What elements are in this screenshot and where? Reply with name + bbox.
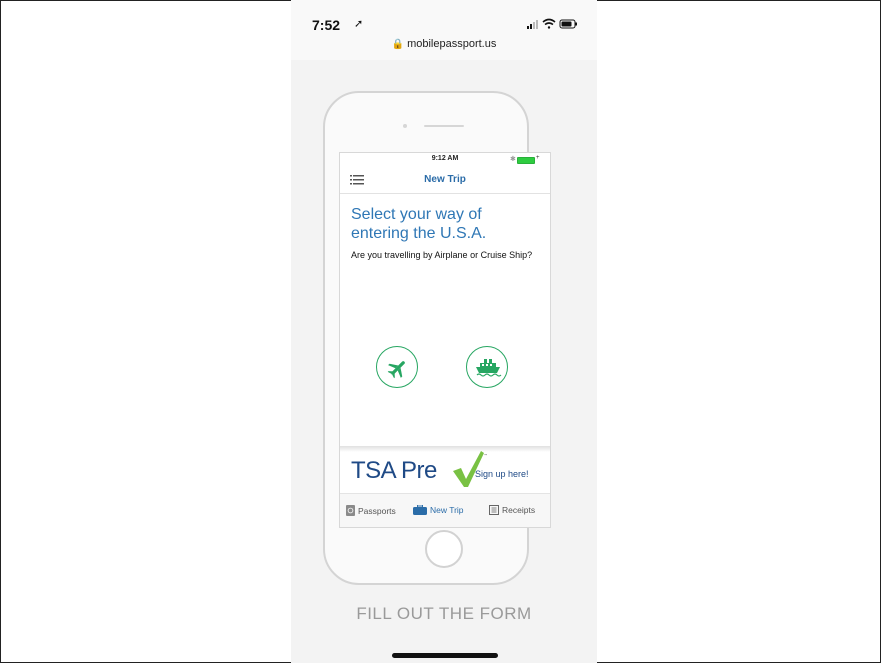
camera-dot: [403, 124, 407, 128]
cruise-ship-icon: [476, 359, 502, 377]
battery-icon: [559, 19, 577, 29]
page-subtext: Are you travelling by Airplane or Cruise…: [351, 250, 533, 260]
wifi-icon: [542, 18, 556, 29]
page-headline: Select your way of entering the U.S.A.: [351, 206, 487, 242]
caption-text: FILL OUT THE FORM: [356, 604, 532, 623]
url-text: mobilepassport.us: [407, 38, 497, 50]
tab-receipts[interactable]: Receipts: [489, 505, 535, 515]
tab-passports[interactable]: Passports: [346, 505, 396, 516]
home-indicator[interactable]: [392, 653, 498, 658]
airplane-icon: [387, 361, 405, 379]
url-bar[interactable]: 🔒 mobilepassport.us: [291, 38, 597, 50]
battery-icon: [517, 157, 535, 164]
cellular-signal-icon: [527, 20, 538, 29]
status-time: 7:52: [312, 17, 341, 33]
tab-new-trip[interactable]: New Trip: [413, 505, 464, 515]
tab-receipts-label: Receipts: [502, 505, 536, 515]
tab-passports-label: Passports: [358, 505, 396, 516]
tsa-signup-link[interactable]: Sign up here!: [475, 469, 529, 479]
home-button: [425, 530, 463, 568]
nav-divider: [340, 193, 550, 194]
location-arrow-icon: ➚: [354, 18, 364, 30]
tab-bar: Passports New Trip Receipts: [340, 494, 550, 527]
nav-title: New Trip: [424, 174, 466, 185]
phone-mockup: 9:12 AM ✱ + New Trip Select your way of …: [323, 91, 551, 585]
bluetooth-icon: ✱: [510, 156, 516, 163]
tab-new-trip-label: New Trip: [430, 505, 464, 515]
cruise-ship-option-button[interactable]: [466, 346, 508, 388]
status-icons: [527, 18, 577, 29]
trademark-symbol: ™: [484, 453, 487, 457]
banner-divider: [340, 446, 550, 452]
passport-icon: [346, 505, 355, 516]
suitcase-icon: [413, 505, 427, 515]
charging-icon: +: [536, 155, 540, 161]
airplane-option-button[interactable]: [376, 346, 418, 388]
speaker-grille: [424, 125, 464, 127]
receipt-icon: [489, 505, 499, 515]
lock-icon: 🔒: [391, 39, 405, 50]
tsa-brand-text: TSA Pre: [351, 457, 437, 484]
browser-status-bar: 7:52 ➚ 🔒 mobilepassport.us: [291, 0, 597, 60]
mobile-screen: 7:52 ➚ 🔒 mobilepassport.us 9:12 AM ✱ + N…: [291, 0, 597, 663]
app-screen: 9:12 AM ✱ + New Trip Select your way of …: [339, 152, 551, 528]
